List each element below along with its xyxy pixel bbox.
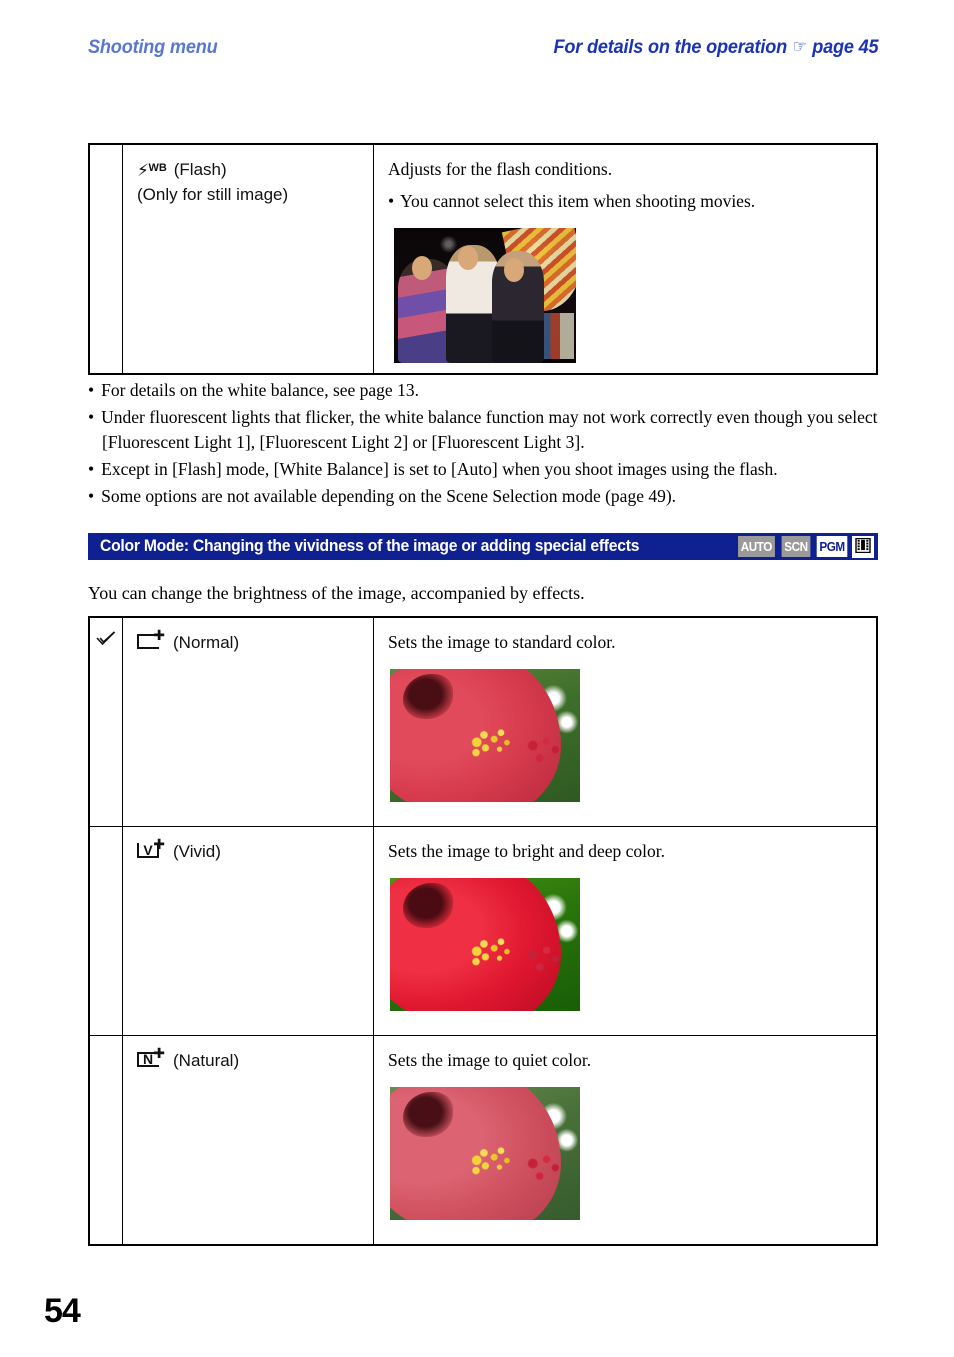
table-row: ⚡WB (Flash) (Only for still image) Adjust… [88, 143, 878, 375]
natural-color-icon: N ✚ [137, 1047, 165, 1069]
natural-label-cell: N ✚ (Natural) [122, 1034, 374, 1246]
flash-table: ⚡WB (Flash) (Only for still image) Adjust… [88, 143, 878, 375]
section-header-color-mode: Color Mode: Changing the vividness of th… [88, 533, 878, 560]
mode-badge-pgm: PGM [816, 536, 848, 557]
vivid-color-icon: V ✚ [137, 838, 165, 860]
list-item: Except in [Flash] mode, [White Balance] … [88, 457, 883, 483]
table-row: V ✚ (Vivid) Sets the image to bright and… [88, 825, 878, 1036]
pistil-shape [523, 1153, 573, 1188]
vivid-body-cell: Sets the image to bright and deep color. [373, 825, 878, 1036]
head-shape-center [458, 245, 478, 270]
natural-body-cell: Sets the image to quiet color. [373, 1034, 878, 1246]
vivid-label: V ✚ (Vivid) [123, 827, 373, 875]
vivid-label-text: (Vivid) [173, 841, 221, 861]
running-head-right: For details on the operation ☞ page 45 [553, 36, 878, 59]
hibiscus-normal-photo [390, 668, 580, 802]
normal-label: ✚ (Normal) [123, 618, 373, 666]
vivid-description: Sets the image to bright and deep color. [388, 840, 666, 861]
running-head: Shooting menu For details on the operati… [88, 36, 878, 64]
section-title: Color Mode: Changing the vividness of th… [100, 537, 640, 555]
vivid-label-cell: V ✚ (Vivid) [122, 825, 374, 1036]
normal-body: Sets the image to standard color. [374, 618, 876, 826]
sparkle-icon: ✚ [153, 1045, 165, 1062]
sparkle-icon: ✚ [153, 628, 165, 644]
natural-check-mark [90, 1036, 122, 1049]
running-head-right-text: For details on the operation [553, 36, 787, 58]
list-item: Some options are not available depending… [88, 484, 883, 510]
normal-check-cell [88, 616, 123, 827]
mode-badge-movie [852, 535, 874, 558]
flash-body: Adjusts for the flash conditions. You ca… [374, 145, 876, 373]
hibiscus-natural-photo [390, 1086, 580, 1220]
flash-check-cell [88, 143, 123, 375]
natural-label-text: (Natural) [173, 1050, 240, 1070]
flash-description: Adjusts for the flash conditions. [388, 159, 613, 179]
normal-label-cell: ✚ (Normal) [122, 616, 374, 827]
vivid-check-cell [88, 825, 123, 1036]
flash-label-line2: (Only for still image) [137, 184, 289, 204]
table-row: ✚ (Normal) Sets the image to standard co… [88, 616, 878, 827]
sparkle-icon: ✚ [153, 836, 165, 853]
normal-label-text: (Normal) [173, 633, 240, 652]
pistil-shape [523, 944, 573, 979]
pointing-hand-icon: ☞ [792, 37, 807, 56]
running-head-left: Shooting menu [88, 36, 218, 58]
vivid-check-mark [90, 827, 122, 840]
check-mark-icon [96, 631, 116, 646]
normal-description: Sets the image to standard color. [388, 632, 616, 652]
flash-label: ⚡WB (Flash) (Only for still image) [123, 145, 373, 217]
table-row: N ✚ (Natural) Sets the image to quiet co… [88, 1034, 878, 1246]
notes-list: For details on the white balance, see pa… [88, 378, 883, 510]
mode-badge-group: AUTO SCN PGM [736, 535, 874, 558]
natural-label: N ✚ (Natural) [123, 1036, 373, 1084]
vivid-body: Sets the image to bright and deep color. [374, 827, 876, 1035]
flash-check-mark [90, 145, 122, 158]
mode-badge-auto: AUTO [738, 536, 775, 557]
natural-body: Sets the image to quiet color. [374, 1036, 876, 1244]
normal-body-cell: Sets the image to standard color. [373, 616, 878, 827]
white-balance-notes: For details on the white balance, see pa… [88, 378, 883, 511]
petal-shadow [403, 1091, 453, 1138]
mode-badge-scn: SCN [781, 536, 811, 557]
normal-color-icon: ✚ [137, 629, 165, 651]
flash-label-line1: (Flash) [173, 160, 227, 179]
hibiscus-vivid-photo [390, 877, 580, 1011]
head-shape-right [504, 257, 524, 282]
page-number: 54 [44, 1292, 81, 1330]
flash-wb-icon: ⚡WB [137, 161, 167, 181]
flash-wb-sup: WB [148, 162, 167, 174]
flash-body-cell: Adjusts for the flash conditions. You ca… [373, 143, 878, 375]
list-item: For details on the white balance, see pa… [88, 378, 883, 404]
flash-bullet: You cannot select this item when shootin… [388, 189, 876, 214]
head-shape-left [412, 255, 432, 280]
list-item: Under fluorescent lights that flicker, t… [88, 405, 883, 456]
natural-check-cell [88, 1034, 123, 1246]
pistil-shape [523, 735, 573, 770]
color-mode-intro: You can change the brightness of the ima… [88, 583, 585, 603]
default-check-icon [90, 618, 122, 651]
natural-description: Sets the image to quiet color. [388, 1049, 592, 1070]
film-strip-icon [855, 537, 871, 553]
night-party-photo [394, 227, 576, 363]
color-mode-table: ✚ (Normal) Sets the image to standard co… [88, 616, 878, 1246]
flash-label-cell: ⚡WB (Flash) (Only for still image) [122, 143, 374, 375]
running-head-right-page: page 45 [811, 36, 878, 58]
